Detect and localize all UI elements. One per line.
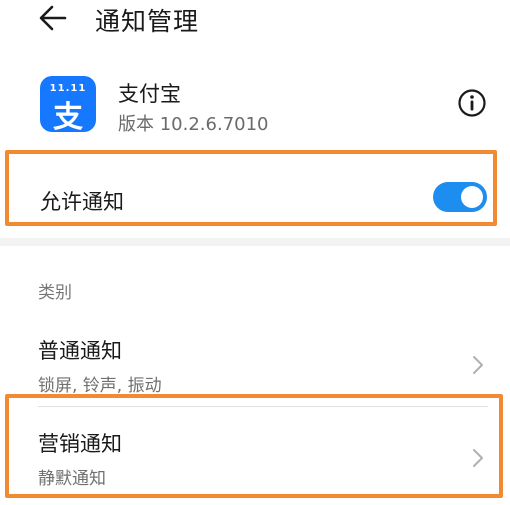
allow-notifications-toggle[interactable] [433,182,487,212]
chevron-right-icon [473,449,483,467]
allow-notifications-label: 允许通知 [40,190,124,214]
section-divider-band [0,238,510,246]
alipay-app-icon: 11.11 支 [40,76,96,132]
app-info-row: 11.11 支 支付宝 版本 10.2.6.7010 [0,70,510,140]
page-title: 通知管理 [95,7,200,36]
arrow-left-icon[interactable] [38,4,68,32]
category-row-marketing[interactable]: 营销通知 静默通知 [0,428,510,498]
header-bar: 通知管理 [0,0,510,50]
row-divider [38,406,488,407]
toggle-knob [461,186,483,208]
app-version: 版本 10.2.6.7010 [118,114,269,135]
app-name: 支付宝 [118,82,181,106]
category-subtitle: 静默通知 [38,469,106,489]
category-title: 营销通知 [38,432,122,456]
category-subtitle: 锁屏, 铃声, 振动 [38,376,162,396]
category-row-normal[interactable]: 普通通知 锁屏, 铃声, 振动 [0,335,510,405]
category-title: 普通通知 [38,339,122,363]
category-section-label: 类别 [38,283,72,303]
info-icon[interactable] [457,88,487,118]
chevron-right-icon [473,356,483,374]
app-icon-glyph: 支 [53,100,83,132]
